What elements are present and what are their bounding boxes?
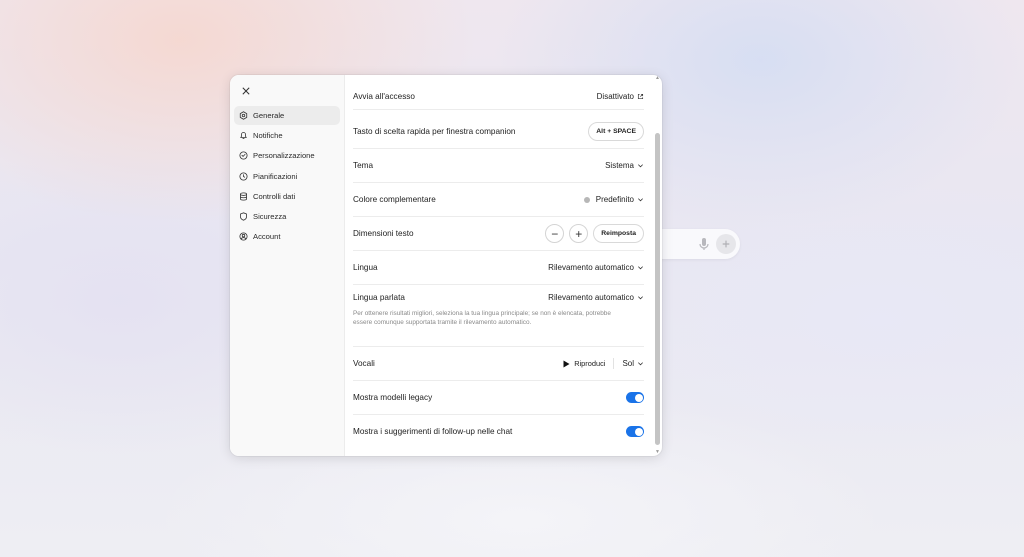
voice-dropdown[interactable]: Sol	[622, 359, 644, 368]
decrease-text-size-button[interactable]: −	[545, 224, 565, 243]
accent-color-dropdown[interactable]: Predefinito	[583, 195, 644, 204]
setting-label: Colore complementare	[353, 195, 436, 204]
sidebar-item-generale[interactable]: Generale	[234, 106, 340, 125]
setting-label: Lingua	[353, 263, 378, 272]
accent-color-swatch	[583, 196, 590, 203]
followup-suggestions-toggle[interactable]	[626, 426, 644, 437]
scroll-up-arrow[interactable]: ▲	[655, 76, 660, 81]
chevron-down-icon	[638, 198, 643, 202]
settings-sidebar: Generale Notifiche Personalizzazione Pia…	[230, 75, 345, 456]
sidebar-item-label: Pianificazioni	[253, 171, 298, 181]
external-link-icon	[637, 93, 644, 99]
legacy-models-toggle[interactable]	[626, 392, 644, 403]
voice-value: Sol	[622, 359, 634, 368]
shield-icon	[240, 212, 247, 221]
language-dropdown[interactable]: Rilevamento automatico	[548, 263, 644, 272]
sidebar-item-pianificazioni[interactable]: Pianificazioni	[234, 167, 340, 186]
setting-spoken-language: Lingua parlata Rilevamento automatico	[353, 287, 644, 307]
launch-at-login-link[interactable]: Disattivato	[597, 92, 644, 101]
setting-theme: Tema Sistema	[353, 149, 644, 183]
settings-nav: Generale Notifiche Personalizzazione Pia…	[234, 106, 340, 247]
setting-shortcut: Tasto di scelta rapida per finestra comp…	[353, 115, 644, 149]
settings-dialog: Generale Notifiche Personalizzazione Pia…	[230, 75, 662, 456]
sidebar-item-account[interactable]: Account	[234, 227, 340, 246]
sidebar-item-label: Account	[253, 232, 281, 242]
sidebar-item-label: Personalizzazione	[253, 151, 315, 161]
scrollbar-thumb[interactable]	[655, 133, 660, 445]
voice-mode-icon	[716, 234, 736, 254]
gear-icon	[239, 111, 248, 120]
launch-at-login-value: Disattivato	[596, 91, 634, 101]
increase-text-size-button[interactable]: +	[569, 224, 589, 243]
sidebar-item-notifiche[interactable]: Notifiche	[234, 126, 340, 145]
sidebar-item-controlli-dati[interactable]: Controlli dati	[234, 187, 340, 206]
chevron-down-icon	[638, 266, 643, 270]
clock-icon	[239, 172, 248, 181]
setting-label: Avvia all'accesso	[353, 91, 415, 101]
language-value: Rilevamento automatico	[548, 263, 634, 272]
setting-legacy-models: Mostra modelli legacy	[353, 381, 644, 415]
divider	[613, 358, 615, 369]
sidebar-item-label: Notifiche	[253, 131, 283, 141]
play-voice-button[interactable]: Riproduci	[563, 359, 605, 368]
personalization-icon	[239, 151, 248, 160]
spoken-language-helper-text: Per ottenere risultati migliori, selezio…	[353, 310, 611, 327]
setting-label: Tema	[353, 161, 374, 170]
setting-accent-color: Colore complementare Predefinito	[353, 183, 644, 217]
chevron-down-icon	[638, 295, 643, 299]
spoken-language-dropdown[interactable]: Rilevamento automatico	[548, 293, 644, 302]
sidebar-item-label: Sicurezza	[253, 211, 287, 221]
theme-value: Sistema	[605, 161, 634, 170]
database-icon	[240, 192, 247, 201]
sidebar-item-label: Generale	[253, 111, 285, 120]
setting-label: Vocali	[353, 359, 375, 368]
setting-launch-at-login: Avvia all'accesso Disattivato	[353, 83, 644, 110]
accent-color-value: Predefinito	[595, 195, 634, 204]
shortcut-button[interactable]: Alt + SPACE	[588, 122, 644, 141]
setting-text-size: Dimensioni testo − + Reimposta	[353, 217, 644, 251]
setting-followup-suggestions: Mostra i suggerimenti di follow-up nelle…	[353, 415, 644, 448]
setting-label: Dimensioni testo	[353, 229, 414, 238]
chevron-down-icon	[638, 164, 643, 168]
setting-label: Tasto di scelta rapida per finestra comp…	[353, 127, 516, 136]
setting-label: Mostra i suggerimenti di follow-up nelle…	[353, 427, 513, 436]
account-icon	[239, 232, 248, 241]
spoken-language-value: Rilevamento automatico	[548, 292, 634, 302]
play-voice-label: Riproduci	[574, 359, 606, 368]
close-button[interactable]	[238, 83, 254, 99]
bell-icon	[240, 132, 247, 140]
scroll-down-arrow[interactable]: ▼	[655, 450, 660, 455]
chevron-down-icon	[638, 362, 643, 366]
microphone-icon	[696, 236, 712, 252]
sidebar-item-label: Controlli dati	[253, 191, 296, 201]
setting-voice: Vocali Riproduci Sol	[353, 347, 644, 381]
settings-content: Avvia all'accesso Disattivato Tasto di s…	[344, 75, 662, 456]
theme-dropdown[interactable]: Sistema	[605, 161, 644, 170]
close-icon	[242, 87, 250, 95]
setting-label: Mostra modelli legacy	[353, 393, 433, 402]
sidebar-item-personalizzazione[interactable]: Personalizzazione	[234, 146, 340, 165]
play-icon	[563, 360, 570, 367]
sidebar-item-sicurezza[interactable]: Sicurezza	[234, 207, 340, 226]
setting-language: Lingua Rilevamento automatico	[353, 251, 644, 285]
reset-text-size-button[interactable]: Reimposta	[593, 224, 644, 243]
setting-label: Lingua parlata	[353, 292, 405, 302]
